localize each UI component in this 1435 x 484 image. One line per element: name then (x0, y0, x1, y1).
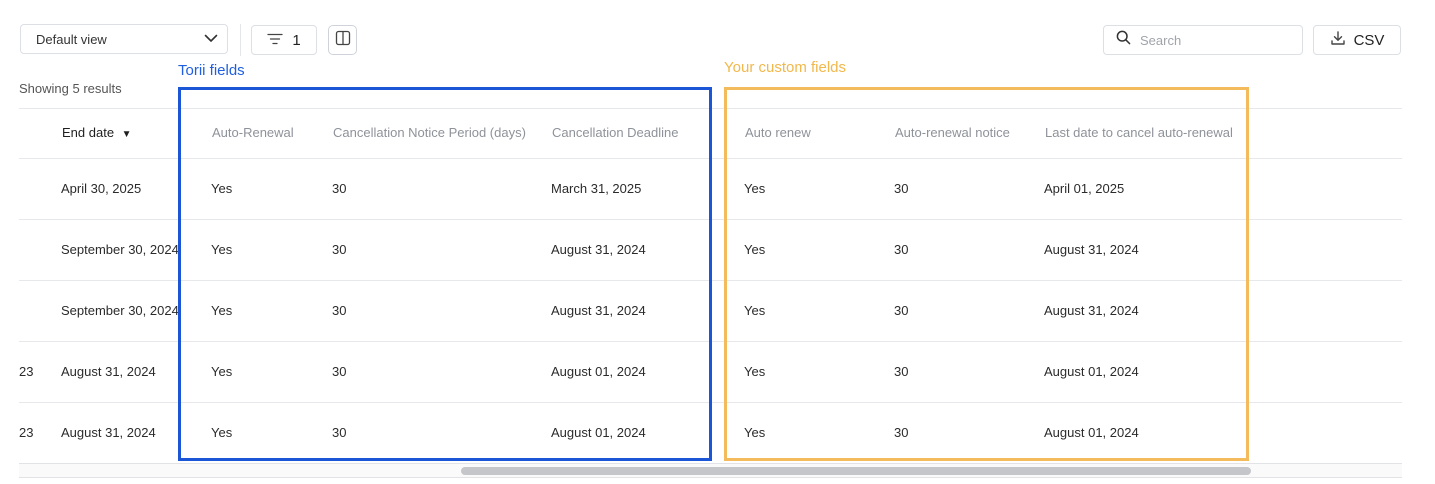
horizontal-scrollbar-thumb[interactable] (461, 467, 1251, 475)
filter-count: 1 (292, 31, 301, 49)
view-select[interactable]: Default view (20, 24, 228, 54)
columns-toggle-button[interactable] (328, 25, 357, 55)
torii-fields-highlight-box (178, 87, 712, 461)
column-header-label: End date (62, 125, 115, 140)
results-count: Showing 5 results (19, 81, 122, 96)
sort-desc-icon: ▼ (121, 129, 132, 140)
cell-end-date: September 30, 2024 (61, 242, 179, 257)
search-icon (1116, 30, 1131, 50)
custom-fields-label: Your custom fields (724, 59, 847, 76)
chevron-down-icon (203, 30, 219, 49)
custom-fields-highlight-box (724, 87, 1249, 461)
toolbar-divider (240, 24, 241, 56)
column-header-end-date[interactable]: End date ▼ (62, 125, 132, 140)
cell-previous-column-truncated: 23 (19, 425, 34, 440)
download-icon (1330, 30, 1346, 50)
search-box[interactable] (1103, 25, 1303, 55)
cell-end-date: August 31, 2024 (61, 364, 156, 379)
cell-end-date: September 30, 2024 (61, 303, 179, 318)
csv-export-button[interactable]: CSV (1313, 25, 1401, 55)
torii-fields-label: Torii fields (178, 62, 245, 79)
cell-end-date: August 31, 2024 (61, 425, 156, 440)
filter-button[interactable]: 1 (251, 25, 317, 55)
search-input[interactable] (1140, 32, 1290, 48)
csv-label: CSV (1353, 31, 1385, 49)
cell-previous-column-truncated: 23 (19, 364, 34, 379)
view-select-value: Default view (36, 31, 107, 47)
cell-end-date: April 30, 2025 (61, 181, 142, 196)
filter-icon (267, 32, 283, 49)
columns-icon (335, 30, 351, 51)
